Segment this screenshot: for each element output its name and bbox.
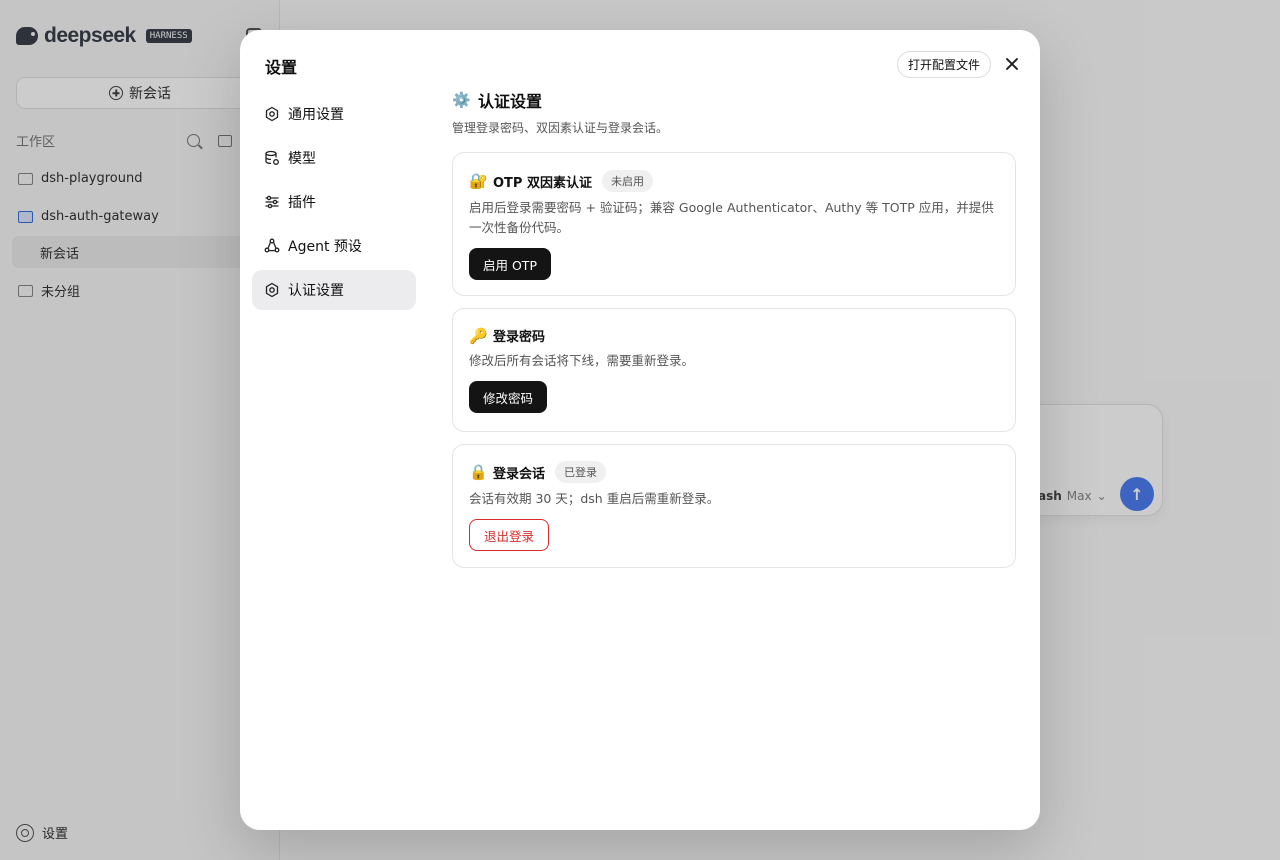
lock-emoji-icon: 🔒 xyxy=(469,463,488,481)
open-config-button[interactable]: 打开配置文件 xyxy=(897,51,992,78)
enable-otp-button[interactable]: 启用 OTP xyxy=(469,248,551,280)
nav-item-plugins[interactable]: 插件 xyxy=(252,182,416,222)
otp-description: 启用后登录需要密码 + 验证码；兼容 Google Authenticator、… xyxy=(469,200,994,235)
session-title: 登录会话 xyxy=(493,466,546,482)
change-password-button[interactable]: 修改密码 xyxy=(469,381,548,413)
nav-label: 认证设置 xyxy=(288,283,344,299)
nav-item-auth-settings[interactable]: 认证设置 xyxy=(252,270,416,310)
nav-item-agent-presets[interactable]: Agent 预设 xyxy=(252,226,416,266)
close-icon[interactable] xyxy=(1002,54,1022,74)
nav-item-general[interactable]: 通用设置 xyxy=(252,94,416,134)
gear-icon xyxy=(264,106,280,122)
sliders-icon xyxy=(264,194,280,210)
gear-icon xyxy=(264,282,280,298)
password-card: 🔑 登录密码 修改后所有会话将下线，需要重新登录。 修改密码 xyxy=(452,308,1016,432)
status-badge: 未启用 xyxy=(601,170,653,192)
auth-settings-panel: ⚙️ 认证设置 管理登录密码、双因素认证与登录会话。 🔐 OTP 双因素认证 未… xyxy=(452,88,1016,568)
logout-button[interactable]: 退出登录 xyxy=(469,519,550,551)
section-title: 认证设置 xyxy=(478,92,543,111)
key-emoji-icon: 🔑 xyxy=(469,326,488,345)
session-card-header: 🔒 登录会话 已登录 xyxy=(469,461,999,483)
nav-item-model[interactable]: 模型 xyxy=(252,138,416,178)
nav-label: Agent 预设 xyxy=(288,239,362,255)
nav-label: 插件 xyxy=(288,195,316,211)
settings-nav: 通用设置 模型 插件 Agent 预设 认证设置 xyxy=(252,94,416,314)
session-description: 会话有效期 30 天；dsh 重启后需重新登录。 xyxy=(469,491,720,506)
settings-modal: 设置 打开配置文件 通用设置 模型 插件 Agent 预设 认证设置 ⚙️ 认证… xyxy=(240,30,1040,830)
otp-card-header: 🔐 OTP 双因素认证 未启用 xyxy=(469,170,999,192)
lock-key-emoji-icon: 🔐 xyxy=(469,172,488,190)
nav-label: 模型 xyxy=(288,151,316,167)
section-subtitle: 管理登录密码、双因素认证与登录会话。 xyxy=(452,121,669,135)
password-card-header: 🔑 登录密码 xyxy=(469,326,999,346)
gear-emoji-icon: ⚙️ xyxy=(452,91,471,109)
modal-title: 设置 xyxy=(265,58,298,77)
password-description: 修改后所有会话将下线，需要重新登录。 xyxy=(469,353,695,368)
agent-icon xyxy=(264,238,280,254)
status-badge: 已登录 xyxy=(555,461,607,483)
nav-label: 通用设置 xyxy=(288,107,344,123)
section-header: ⚙️ 认证设置 xyxy=(452,88,1016,112)
password-title: 登录密码 xyxy=(493,330,546,345)
otp-title: OTP 双因素认证 xyxy=(493,175,592,191)
database-icon xyxy=(264,150,280,166)
otp-card: 🔐 OTP 双因素认证 未启用 启用后登录需要密码 + 验证码；兼容 Googl… xyxy=(452,152,1016,296)
session-card: 🔒 登录会话 已登录 会话有效期 30 天；dsh 重启后需重新登录。 退出登录 xyxy=(452,444,1016,568)
